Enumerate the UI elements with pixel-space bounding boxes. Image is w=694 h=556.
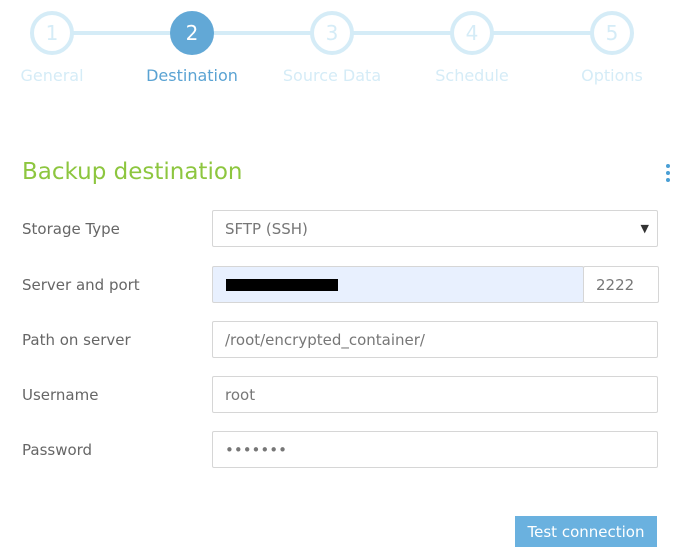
username-value: root xyxy=(225,385,256,404)
password-label: Password xyxy=(22,441,93,459)
step-5-label: Options xyxy=(581,66,643,85)
port-value: 2222 xyxy=(596,275,635,294)
storage-type-select[interactable]: SFTP (SSH) ▼ xyxy=(212,210,658,247)
test-connection-button[interactable]: Test connection xyxy=(515,516,657,547)
step-1-circle[interactable]: 1 xyxy=(30,11,74,55)
server-input[interactable] xyxy=(212,266,584,303)
path-value: /root/encrypted_container/ xyxy=(225,330,425,349)
password-value: ••••••• xyxy=(225,440,287,459)
step-5-circle[interactable]: 5 xyxy=(590,11,634,55)
storage-type-value: SFTP (SSH) xyxy=(225,219,308,238)
username-input[interactable]: root xyxy=(212,376,658,413)
path-input[interactable]: /root/encrypted_container/ xyxy=(212,321,658,358)
step-4-label: Schedule xyxy=(435,66,509,85)
step-connector xyxy=(492,31,592,35)
step-connector xyxy=(352,31,452,35)
step-3-circle[interactable]: 3 xyxy=(310,11,354,55)
redacted-block xyxy=(226,278,338,291)
step-2-circle[interactable]: 2 xyxy=(170,11,214,55)
port-input[interactable]: 2222 xyxy=(583,266,659,303)
storage-type-label: Storage Type xyxy=(22,220,120,238)
username-label: Username xyxy=(22,386,99,404)
section-title: Backup destination xyxy=(22,159,243,185)
step-2-label: Destination xyxy=(146,66,238,85)
step-3-label: Source Data xyxy=(282,66,382,85)
password-input[interactable]: ••••••• xyxy=(212,431,658,468)
server-label: Server and port xyxy=(22,276,140,294)
kebab-vertical-icon[interactable] xyxy=(664,164,672,186)
wizard-stepper: 1 2 3 4 5 General Destination Source Dat… xyxy=(0,0,694,100)
path-label: Path on server xyxy=(22,331,131,349)
step-1-label: General xyxy=(20,66,84,85)
step-4-circle[interactable]: 4 xyxy=(450,11,494,55)
step-connector xyxy=(72,31,172,35)
step-connector xyxy=(212,31,312,35)
chevron-down-icon: ▼ xyxy=(640,222,649,235)
